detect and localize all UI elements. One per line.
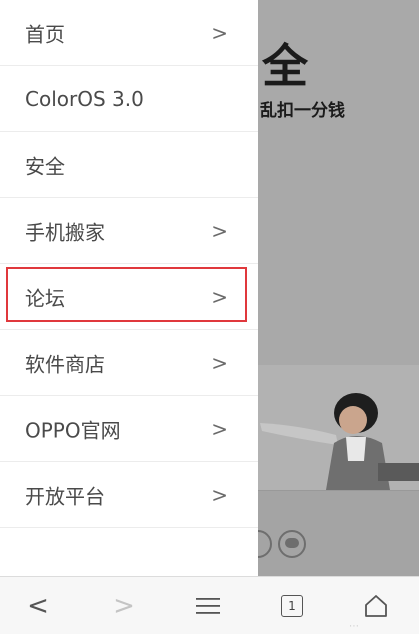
background-headline: 全 [262, 39, 308, 93]
forward-button[interactable]: > [94, 577, 154, 634]
home-icon [365, 595, 387, 617]
background-subtitle: 乱扣一分钱 [260, 101, 345, 121]
menu-item-open-platform[interactable]: 开放平台 > [0, 462, 258, 528]
hamburger-icon [196, 598, 220, 614]
chevron-right-icon: > [113, 591, 135, 621]
side-drawer: 首页 > ColorOS 3.0 安全 手机搬家 > 论坛 > 软件商店 > O… [0, 0, 258, 576]
menu-item-phone-clone[interactable]: 手机搬家 > [0, 198, 258, 264]
tabs-button[interactable]: 1 [262, 577, 322, 634]
chevron-right-icon: > [211, 416, 228, 441]
menu-item-security[interactable]: 安全 [0, 132, 258, 198]
menu-item-label: ColorOS 3.0 [25, 86, 144, 111]
back-button[interactable]: < [8, 577, 68, 634]
highlight-box [6, 267, 247, 322]
chevron-left-icon: < [27, 591, 49, 621]
bottom-toolbar: < > 1 ⋯ [0, 576, 419, 634]
background-page: 全 乱扣一分钱 [258, 0, 419, 576]
menu-item-label: 开放平台 [25, 484, 105, 508]
menu-item-label: 首页 [25, 22, 65, 46]
chevron-right-icon: > [211, 482, 228, 507]
menu-item-coloros[interactable]: ColorOS 3.0 [0, 66, 258, 132]
menu-item-label: 软件商店 [25, 352, 105, 376]
chevron-right-icon: > [211, 20, 228, 45]
child-photo [258, 365, 419, 490]
menu-item-home[interactable]: 首页 > [0, 0, 258, 66]
menu-item-label: 手机搬家 [25, 220, 105, 244]
menu-item-oppo-website[interactable]: OPPO官网 > [0, 396, 258, 462]
menu-button[interactable] [178, 577, 238, 634]
menu-item-app-store[interactable]: 软件商店 > [0, 330, 258, 396]
menu-item-label: 安全 [25, 154, 65, 178]
chevron-right-icon: > [211, 350, 228, 375]
menu-item-label: OPPO官网 [25, 418, 121, 442]
wechat-icon [278, 530, 306, 558]
watermark-dots: ⋯ [349, 621, 359, 632]
chevron-right-icon: > [211, 218, 228, 243]
tab-count: 1 [281, 595, 303, 617]
child-illustration [258, 365, 419, 490]
